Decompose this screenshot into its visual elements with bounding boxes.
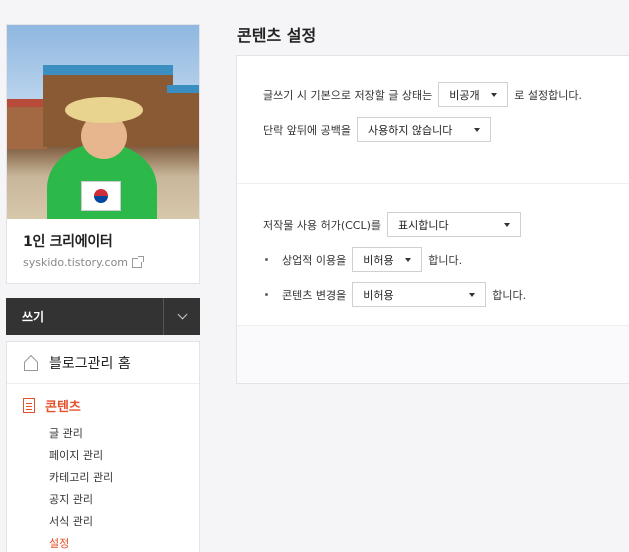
commercial-use-select[interactable]: 비허용 xyxy=(352,247,423,272)
blog-url-text: syskido.tistory.com xyxy=(23,256,129,269)
submenu-item-settings[interactable]: 설정 xyxy=(49,533,199,552)
submenu-item-posts[interactable]: 글 관리 xyxy=(49,423,199,445)
dropdown-arrow-icon xyxy=(405,257,412,262)
external-link-icon xyxy=(132,255,145,268)
ccl-label: 저작물 사용 허가(CCL)를 xyxy=(263,218,382,232)
photo-flag-icon xyxy=(81,181,121,211)
photo-straw-hat xyxy=(65,97,143,123)
ccl-row: 저작물 사용 허가(CCL)를 표시합니다 xyxy=(263,212,629,237)
default-status-row: 글쓰기 시 기본으로 저장할 글 상태는 비공개 로 설정합니다. xyxy=(263,82,629,107)
profile-card: 1인 크리에이터 syskido.tistory.com xyxy=(6,24,200,284)
general-settings-block: 글쓰기 시 기본으로 저장할 글 상태는 비공개 로 설정합니다. 단락 앞뒤에… xyxy=(237,56,629,184)
paragraph-spacing-value: 사용하지 않습니다 xyxy=(367,123,453,137)
settings-panel: 글쓰기 시 기본으로 저장할 글 상태는 비공개 로 설정합니다. 단락 앞뒤에… xyxy=(236,55,629,384)
home-icon xyxy=(23,356,39,371)
modification-select[interactable]: 비허용 xyxy=(352,282,487,307)
blog-name[interactable]: 1인 크리에이터 xyxy=(23,231,183,251)
dropdown-arrow-icon xyxy=(473,127,480,132)
ccl-settings-block: 저작물 사용 허가(CCL)를 표시합니다 상업적 이용을 비허용 합니다. 콘… xyxy=(237,184,629,326)
commercial-use-label: 상업적 이용을 xyxy=(282,253,347,267)
menu-home-label: 블로그관리 홈 xyxy=(49,355,131,372)
default-status-select[interactable]: 비공개 xyxy=(438,82,509,107)
photo-house-right xyxy=(167,85,199,145)
modification-row: 콘텐츠 변경을 비허용 합니다. xyxy=(263,282,629,307)
dropdown-arrow-icon xyxy=(504,222,511,227)
ccl-select[interactable]: 표시합니다 xyxy=(387,212,522,237)
ccl-value: 표시합니다 xyxy=(398,218,449,232)
profile-photo[interactable] xyxy=(7,25,199,219)
document-icon xyxy=(23,398,35,413)
write-dropdown-toggle[interactable] xyxy=(164,298,200,335)
paragraph-spacing-select[interactable]: 사용하지 않습니다 xyxy=(356,117,491,142)
default-status-prefix: 글쓰기 시 기본으로 저장할 글 상태는 xyxy=(263,88,433,102)
modification-suffix: 합니다. xyxy=(492,288,527,302)
content-submenu: 글 관리 페이지 관리 카테고리 관리 공지 관리 서식 관리 설정 xyxy=(23,423,199,552)
submenu-item-templates[interactable]: 서식 관리 xyxy=(49,511,199,533)
menu-item-home[interactable]: 블로그관리 홈 xyxy=(7,342,199,384)
submenu-item-pages[interactable]: 페이지 관리 xyxy=(49,445,199,467)
page-title: 콘텐츠 설정 xyxy=(237,26,317,45)
commercial-use-value: 비허용 xyxy=(363,253,394,267)
modification-value: 비허용 xyxy=(363,288,394,302)
submenu-item-categories[interactable]: 카테고리 관리 xyxy=(49,467,199,489)
bullet-icon xyxy=(265,293,268,296)
chevron-down-icon xyxy=(177,309,187,320)
profile-info: 1인 크리에이터 syskido.tistory.com xyxy=(7,219,199,283)
paragraph-spacing-row: 단락 앞뒤에 공백을 사용하지 않습니다 xyxy=(263,117,629,142)
menu-section-content: 콘텐츠 글 관리 페이지 관리 카테고리 관리 공지 관리 서식 관리 설정 xyxy=(7,384,199,552)
default-status-value: 비공개 xyxy=(449,88,480,102)
default-status-suffix: 로 설정합니다. xyxy=(514,88,583,102)
write-button[interactable]: 쓰기 xyxy=(6,298,164,335)
menu-content-label: 콘텐츠 xyxy=(45,400,81,415)
dropdown-arrow-icon xyxy=(469,292,476,297)
photo-house-left xyxy=(7,99,47,149)
blog-url-link[interactable]: syskido.tistory.com xyxy=(23,255,183,269)
dropdown-arrow-icon xyxy=(491,92,498,97)
admin-menu: 블로그관리 홈 콘텐츠 글 관리 페이지 관리 카테고리 관리 공지 관리 서식… xyxy=(6,341,200,552)
commercial-use-row: 상업적 이용을 비허용 합니다. xyxy=(263,247,629,272)
write-bar: 쓰기 xyxy=(6,298,200,335)
menu-item-content[interactable]: 콘텐츠 xyxy=(23,396,199,415)
commercial-use-suffix: 합니다. xyxy=(428,253,463,267)
paragraph-spacing-label: 단락 앞뒤에 공백을 xyxy=(263,123,351,137)
panel-footer xyxy=(237,326,629,383)
submenu-item-notices[interactable]: 공지 관리 xyxy=(49,489,199,511)
sidebar: 1인 크리에이터 syskido.tistory.com 쓰기 블로그관리 홈 … xyxy=(6,24,200,552)
bullet-icon xyxy=(265,258,268,261)
modification-label: 콘텐츠 변경을 xyxy=(282,288,347,302)
